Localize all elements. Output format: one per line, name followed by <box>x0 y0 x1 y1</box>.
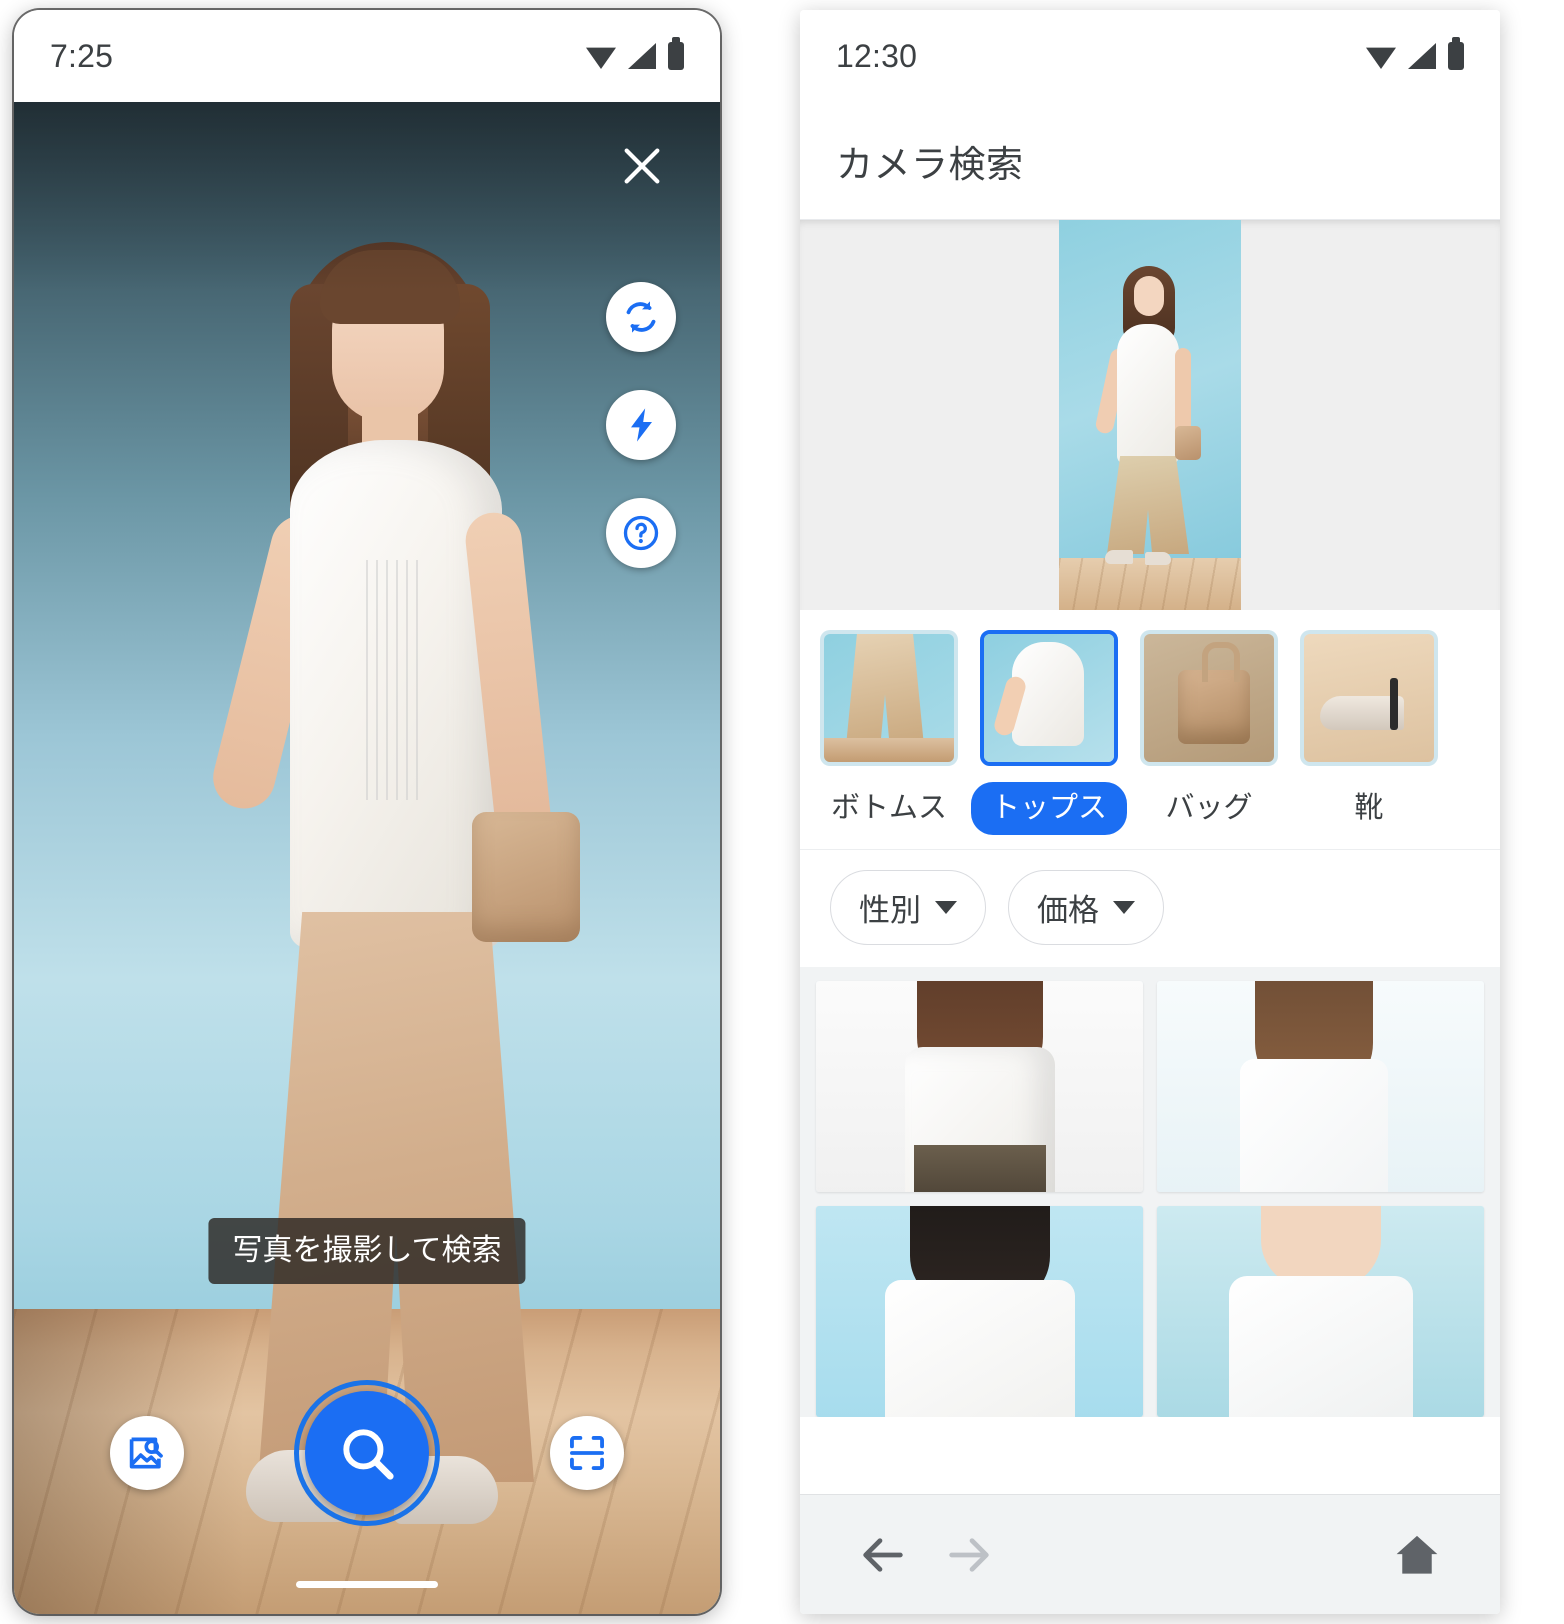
left-phone-camera-screen: 7:25 写真を撮影して検索 <box>14 10 720 1614</box>
battery-icon <box>668 37 684 70</box>
close-button[interactable] <box>606 130 678 202</box>
home-indicator <box>296 1581 438 1588</box>
shutter-ring <box>294 1380 440 1526</box>
status-time: 12:30 <box>836 37 918 74</box>
product-image <box>816 1206 1143 1417</box>
arrow-right-icon <box>949 1537 989 1572</box>
filter-chip-label: 価格 <box>1037 893 1099 928</box>
battery-icon <box>1448 37 1464 70</box>
object-thumb-image <box>1140 630 1278 766</box>
camera-flip-icon <box>626 301 656 333</box>
status-icon-group <box>586 37 684 70</box>
help-button[interactable] <box>606 498 676 568</box>
product-card[interactable] <box>816 1206 1143 1417</box>
left-status-bar: 7:25 <box>14 10 720 102</box>
wifi-icon <box>586 47 616 69</box>
arrow-left-icon <box>863 1537 903 1572</box>
camera-hint-tooltip: 写真を撮影して検索 <box>208 1218 526 1284</box>
product-card[interactable] <box>1157 1206 1484 1417</box>
object-thumb-shoes[interactable]: 靴 <box>1300 630 1438 835</box>
camera-flip-button[interactable] <box>606 282 676 352</box>
object-thumb-label: ボトムス <box>831 792 948 824</box>
object-thumb-tops[interactable]: トップス <box>971 630 1128 835</box>
status-icon-group <box>1366 37 1464 70</box>
back-button[interactable] <box>840 1512 926 1598</box>
gallery-search-button[interactable] <box>110 1416 184 1490</box>
product-card[interactable]: 襟付きノースリーブ シャツ レディース 3,800 円 <box>816 981 1143 1192</box>
screenshot-root: 7:25 写真を撮影して検索 12:30 カメラ検索 ボトムス トップス バッグ… <box>0 0 1564 1624</box>
detected-object-thumbnails: ボトムス トップス バッグ 靴 <box>800 610 1500 849</box>
product-card[interactable]: 送料無料★白ノースリーブ 春夏新作 5,940 円 <box>1157 981 1484 1192</box>
camera-viewfinder[interactable]: 写真を撮影して検索 <box>14 102 720 1614</box>
object-thumb-label: バッグ <box>1165 792 1253 824</box>
filter-chip-gender[interactable]: 性別 <box>830 870 986 945</box>
object-thumb-image <box>980 630 1118 766</box>
filter-chip-row: 性別 価格 <box>800 849 1500 967</box>
product-results-grid[interactable]: 襟付きノースリーブ シャツ レディース 3,800 円 送料無料★白ノースリーブ… <box>800 967 1500 1417</box>
object-thumb-bag[interactable]: バッグ <box>1140 630 1278 835</box>
browser-bottom-nav <box>800 1494 1500 1614</box>
right-phone-results-screen: 12:30 カメラ検索 ボトムス トップス バッグ 靴 性別 価格 <box>800 10 1500 1614</box>
captured-photo <box>1059 220 1241 610</box>
camera-bottom-controls <box>14 1380 720 1526</box>
wifi-icon <box>1366 47 1396 69</box>
status-time: 7:25 <box>50 37 114 74</box>
image-search-icon <box>129 1437 163 1469</box>
scan-code-button[interactable] <box>550 1416 624 1490</box>
filter-chip-price[interactable]: 価格 <box>1008 870 1164 945</box>
subject-person <box>180 212 580 1532</box>
signal-icon <box>628 43 656 69</box>
right-status-bar: 12:30 <box>800 10 1500 102</box>
camera-side-controls <box>606 282 676 568</box>
object-thumb-label: トップス <box>971 782 1128 835</box>
chevron-down-icon <box>935 901 957 914</box>
chevron-down-icon <box>1113 901 1135 914</box>
help-icon <box>623 515 659 551</box>
home-icon <box>1396 1535 1438 1574</box>
object-thumb-image <box>1300 630 1438 766</box>
signal-icon <box>1408 43 1436 69</box>
scan-frame-icon <box>570 1436 604 1470</box>
shutter-search-button[interactable] <box>294 1380 440 1526</box>
page-title: カメラ検索 <box>836 143 1024 185</box>
product-image <box>1157 1206 1484 1417</box>
captured-photo-preview[interactable] <box>800 220 1500 610</box>
flash-button[interactable] <box>606 390 676 460</box>
product-image <box>816 981 1143 1192</box>
object-thumb-bottoms[interactable]: ボトムス <box>820 630 958 835</box>
home-button[interactable] <box>1374 1512 1460 1598</box>
object-thumb-label: 靴 <box>1354 792 1384 824</box>
filter-chip-label: 性別 <box>859 893 921 928</box>
app-bar: カメラ検索 <box>800 102 1500 220</box>
flash-icon <box>631 408 652 442</box>
object-thumb-image <box>820 630 958 766</box>
close-icon <box>624 148 660 184</box>
product-image <box>1157 981 1484 1192</box>
forward-button[interactable] <box>926 1512 1012 1598</box>
